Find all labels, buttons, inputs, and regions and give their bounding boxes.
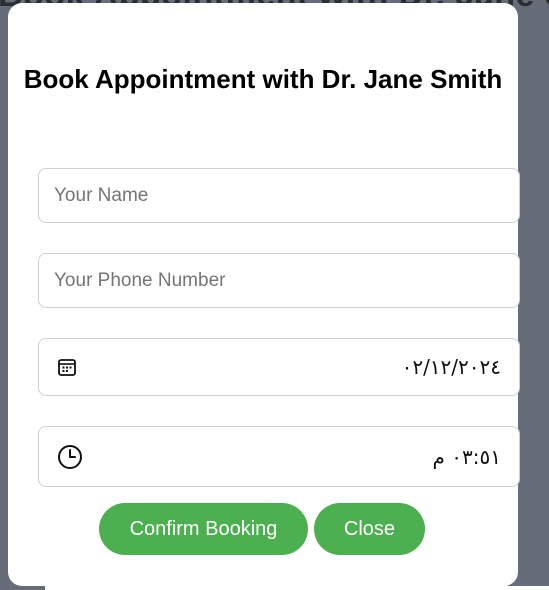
time-value: ٠٣:٥١ م [432,444,501,469]
confirm-booking-button[interactable]: Confirm Booking [99,503,308,555]
name-input[interactable] [38,168,520,223]
calendar-icon[interactable] [57,357,77,377]
date-input[interactable]: ٠٢/١٢/٢٠٢٤ [38,338,520,396]
booking-modal: Book Appointment with Dr. Jane Smith ٠٢/… [8,3,520,586]
modal-title: Book Appointment with Dr. Jane Smith [23,64,503,94]
phone-input[interactable] [38,253,520,308]
date-value: ٠٢/١٢/٢٠٢٤ [401,355,501,379]
time-input[interactable]: ٠٣:٥١ م [38,426,520,487]
clock-icon[interactable] [57,444,83,470]
close-button[interactable]: Close [314,503,425,555]
background-page-strip [45,586,549,590]
